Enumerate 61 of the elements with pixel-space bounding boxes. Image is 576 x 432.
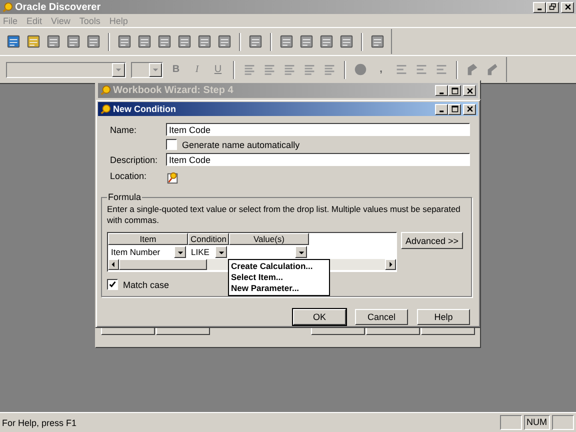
minimize-button[interactable] (435, 104, 448, 114)
dropdown-arrow-icon (298, 248, 304, 256)
left-arrow-icon (110, 261, 117, 268)
dropdown-arrow-icon (176, 248, 184, 256)
column-header[interactable]: Condition (188, 233, 229, 245)
font-size-combo[interactable] (131, 62, 163, 78)
checkbox-label: Match case (123, 280, 170, 290)
checkbox[interactable] (107, 279, 118, 290)
close-icon (466, 105, 474, 113)
field-label: Description: (110, 154, 159, 164)
close-button[interactable] (463, 104, 476, 114)
dialog-button[interactable]: Help (417, 309, 470, 325)
scroll-thumb[interactable] (119, 259, 207, 270)
status-indicator (500, 415, 522, 430)
maximize-icon (450, 86, 458, 94)
field-label: Name: (110, 124, 138, 134)
right-arrow-icon (387, 261, 394, 268)
minimize-button[interactable] (533, 2, 546, 12)
close-icon (466, 86, 474, 94)
maximize-button[interactable] (448, 85, 461, 96)
menu-option[interactable]: Select Item... (231, 272, 327, 283)
window-title: Oracle Discoverer (15, 2, 101, 12)
item-dropdown[interactable]: Item Number (108, 245, 188, 259)
instructions-text: Enter a single-quoted text value or select from the drop list. Multiple values must be separated with commas. (107, 204, 462, 226)
restore-icon (548, 3, 556, 11)
font-combo[interactable] (6, 62, 126, 78)
field-label: Location: (110, 170, 148, 180)
dialog-title: New Condition (113, 104, 176, 114)
lightbulb-icon (2, 2, 13, 12)
status-text: For Help, press F1 (2, 418, 77, 428)
checkbox-label: Generate name automatically (182, 140, 300, 150)
column-header[interactable]: Item (108, 233, 188, 245)
dialog-button[interactable]: Cancel (355, 309, 408, 325)
advanced-button[interactable]: Advanced >> (401, 232, 463, 249)
wizard-title: Workbook Wizard: Step 4 (113, 85, 234, 96)
name-field[interactable]: Item Code (166, 123, 470, 136)
condition-dropdown[interactable]: LIKE (188, 245, 229, 259)
status-indicator: NUM (524, 415, 550, 430)
minimize-button[interactable] (435, 85, 448, 96)
status-indicator (552, 415, 574, 430)
menu-option[interactable]: Create Calculation... (231, 261, 327, 272)
dropdown-arrow-icon (218, 248, 224, 256)
menu-option[interactable]: New Parameter... (231, 283, 327, 294)
lightbulb-icon (100, 85, 111, 96)
close-button[interactable] (561, 2, 574, 12)
description-field[interactable]: Item Code (166, 153, 470, 166)
checkbox[interactable] (166, 139, 177, 150)
lightbulb-icon (100, 104, 111, 114)
check-icon (108, 280, 117, 289)
close-button[interactable] (463, 85, 476, 96)
comma-button[interactable]: , (373, 62, 389, 78)
folder-lightbulb-icon[interactable] (166, 171, 179, 184)
restore-button[interactable] (546, 2, 559, 12)
dropdown-arrow-icon (115, 66, 122, 73)
dropdown-arrow-icon (152, 66, 159, 73)
maximize-button[interactable] (448, 104, 461, 114)
maximize-icon (450, 105, 458, 113)
dialog-button[interactable]: OK (293, 309, 346, 325)
group-title: Formula (107, 192, 142, 202)
column-header[interactable]: Value(s) (229, 233, 309, 245)
close-icon (564, 3, 572, 11)
